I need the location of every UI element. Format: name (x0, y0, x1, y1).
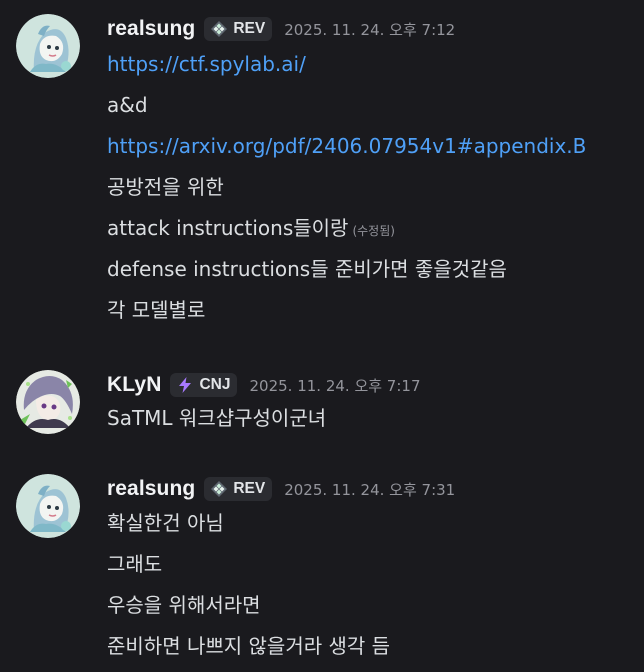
user-tag-label: CNJ (199, 376, 231, 393)
avatar-image (16, 474, 80, 538)
username[interactable]: KLyN (107, 373, 161, 397)
lightning-icon (176, 376, 194, 394)
username[interactable]: realsung (107, 17, 195, 41)
avatar-image (16, 14, 80, 78)
message-group: realsung REV 2025. 11. 24. 오후 7:31 확실한건 … (0, 474, 644, 672)
message-header: realsung REV 2025. 11. 24. 오후 7:12 (107, 14, 455, 44)
message-line: 각 모델별로 (107, 298, 206, 322)
username[interactable]: realsung (107, 477, 195, 501)
user-tag-label: REV (233, 20, 266, 37)
message-group: realsung REV 2025. 11. 24. 오후 7:12 https… (0, 14, 644, 334)
message-line: attack instructions들이랑 (수정됨) (107, 208, 586, 249)
timestamp[interactable]: 2025. 11. 24. 오후 7:12 (284, 19, 455, 40)
message-content: 확실한건 아님 그래도 우승을 위해서라면 준비하면 나쁘지 않을거라 생각 듬 (107, 503, 390, 667)
message-line: a&d (107, 93, 148, 117)
user-tag-label: REV (233, 480, 266, 497)
message-line: SaTML 워크샵구성이군녀 (107, 406, 327, 430)
message-line-text: attack instructions들이랑 (107, 216, 349, 240)
message-line: 그래도 (107, 552, 163, 576)
message-line: 공방전을 위한 (107, 175, 224, 199)
message-link[interactable]: https://ctf.spylab.ai/ (107, 52, 306, 76)
message-content: https://ctf.spylab.ai/ a&d https://arxiv… (107, 44, 586, 331)
avatar[interactable] (16, 370, 80, 434)
avatar[interactable] (16, 474, 80, 538)
message-content: SaTML 워크샵구성이군녀 (107, 398, 326, 439)
message-group: KLyN CNJ 2025. 11. 24. 오후 7:17 SaTML 워크샵… (0, 370, 644, 440)
message-header: KLyN CNJ 2025. 11. 24. 오후 7:17 (107, 370, 421, 400)
message-line: defense instructions들 준비가면 좋을것같음 (107, 257, 507, 281)
user-tag[interactable]: REV (204, 477, 273, 501)
diamond-grid-icon (210, 20, 228, 38)
chat-message-list: realsung REV 2025. 11. 24. 오후 7:12 https… (0, 0, 644, 672)
message-line: 확실한건 아님 (107, 511, 224, 535)
message-line: https://ctf.spylab.ai/ (107, 44, 586, 85)
timestamp[interactable]: 2025. 11. 24. 오후 7:31 (284, 479, 455, 500)
user-tag[interactable]: REV (204, 17, 273, 41)
user-tag[interactable]: CNJ (170, 373, 238, 397)
avatar-image (16, 370, 80, 434)
message-header: realsung REV 2025. 11. 24. 오후 7:31 (107, 474, 455, 504)
edited-label: (수정됨) (352, 224, 395, 238)
diamond-grid-icon (210, 480, 228, 498)
message-line: 준비하면 나쁘지 않을거라 생각 듬 (107, 634, 391, 658)
avatar[interactable] (16, 14, 80, 78)
message-link[interactable]: https://arxiv.org/pdf/2406.07954v1#appen… (107, 134, 586, 158)
timestamp[interactable]: 2025. 11. 24. 오후 7:17 (249, 375, 420, 396)
message-line: https://arxiv.org/pdf/2406.07954v1#appen… (107, 126, 586, 167)
message-line: 우승을 위해서라면 (107, 593, 261, 617)
